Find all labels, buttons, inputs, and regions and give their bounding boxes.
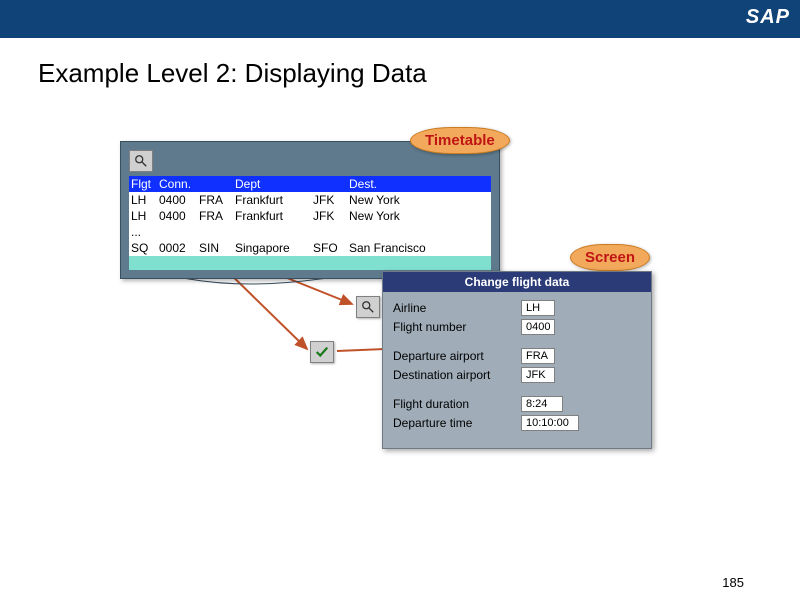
magnify-button-2[interactable] (356, 296, 380, 318)
deptime-label: Departure time (393, 416, 521, 430)
duration-label: Flight duration (393, 397, 521, 411)
diagram-canvas: Flgt Conn. Dept Dest. LH 0400 FRA Frankf… (0, 89, 800, 549)
flightno-label: Flight number (393, 320, 521, 334)
table-row[interactable]: LH 0400 FRA Frankfurt JFK New York (129, 192, 491, 208)
timetable-window: Flgt Conn. Dept Dest. LH 0400 FRA Frankf… (120, 141, 500, 279)
col-conn: Conn. (159, 177, 199, 191)
depap-field[interactable]: FRA (521, 348, 555, 364)
timetable-header-row: Flgt Conn. Dept Dest. (129, 176, 491, 192)
page-title: Example Level 2: Displaying Data (38, 58, 800, 89)
callout-screen: Screen (570, 244, 650, 271)
airline-field[interactable]: LH (521, 300, 555, 316)
table-row[interactable]: LH 0400 FRA Frankfurt JFK New York (129, 208, 491, 224)
col-flgt: Flgt (131, 177, 159, 191)
sap-logo: SAP (746, 6, 790, 29)
col-dept: Dept (235, 177, 313, 191)
confirm-button[interactable] (310, 341, 334, 363)
page-number: 185 (722, 575, 744, 590)
airline-label: Airline (393, 301, 521, 315)
change-flight-title: Change flight data (383, 272, 651, 292)
table-row-empty-highlight[interactable] (129, 256, 491, 270)
table-row-ellipsis: ... (129, 224, 491, 240)
depap-label: Departure airport (393, 349, 521, 363)
callout-timetable: Timetable (410, 127, 510, 154)
top-bar: SAP (0, 0, 800, 38)
destap-label: Destination airport (393, 368, 521, 382)
magnify-icon (134, 154, 148, 168)
col-dest: Dest. (349, 177, 489, 191)
destap-field[interactable]: JFK (521, 367, 555, 383)
deptime-field[interactable]: 10:10:00 (521, 415, 579, 431)
magnify-button-1[interactable] (129, 150, 153, 172)
col-acode-blank (313, 177, 349, 191)
duration-field[interactable]: 8:24 (521, 396, 563, 412)
check-icon (315, 345, 329, 359)
flightno-field[interactable]: 0400 (521, 319, 555, 335)
change-flight-panel: Change flight data Airline LH Flight num… (382, 271, 652, 449)
table-row[interactable]: SQ 0002 SIN Singapore SFO San Francisco (129, 240, 491, 256)
magnify-icon (361, 300, 375, 314)
col-dcode-blank (199, 177, 235, 191)
